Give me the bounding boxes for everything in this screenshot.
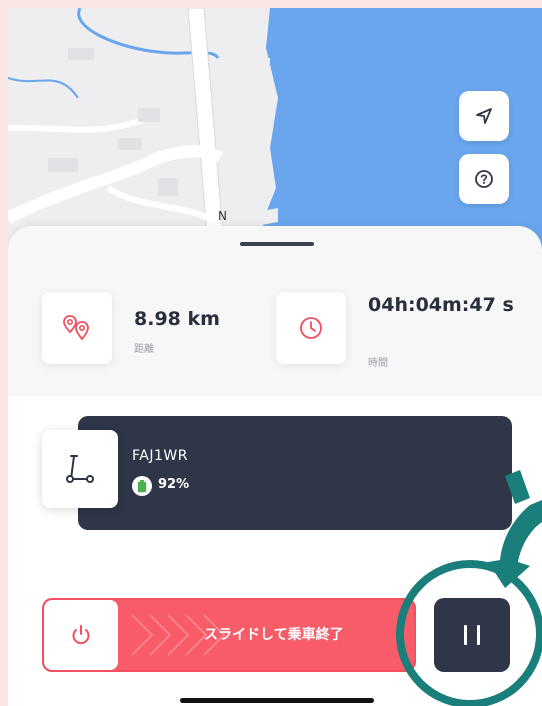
ride-bottom-sheet: 8.98 km 距離 04h:04m:47 s 時間 FAJ1WR 92% スラ… [8,226,542,706]
route-pins-icon [63,315,89,341]
phone-screen: N 8.98 km 距離 04h:04m:47 s 時間 FAJ1WR 92% … [8,8,542,706]
vehicle-card [78,416,512,530]
pause-icon [464,625,467,645]
sheet-drag-handle[interactable] [240,242,314,246]
help-button[interactable] [459,154,509,204]
distance-value: 8.98 km [134,308,220,330]
vehicle-id: FAJ1WR [132,448,188,464]
slider-label: スライドして乗車終了 [204,627,344,643]
scooter-icon-box [42,430,118,508]
home-indicator[interactable] [180,698,374,703]
battery-icon [132,476,152,496]
battery-percentage: 92% [158,477,190,492]
scooter-icon [66,455,94,483]
power-icon [72,625,90,645]
end-ride-slider[interactable]: スライドして乗車終了 [42,598,416,672]
distance-label: 距離 [134,344,154,355]
slider-knob[interactable] [44,600,118,670]
pause-icon-bar [477,625,480,645]
time-label: 時間 [368,358,388,369]
road-label: N [218,209,227,223]
time-icon-box [276,292,346,364]
distance-icon-box [42,292,112,364]
pause-button[interactable] [434,598,510,672]
time-value: 04h:04m:47 s [368,294,514,316]
locate-button[interactable] [459,91,509,141]
clock-icon [300,317,322,339]
question-circle-icon [475,170,493,188]
navigation-arrow-icon [476,108,492,124]
